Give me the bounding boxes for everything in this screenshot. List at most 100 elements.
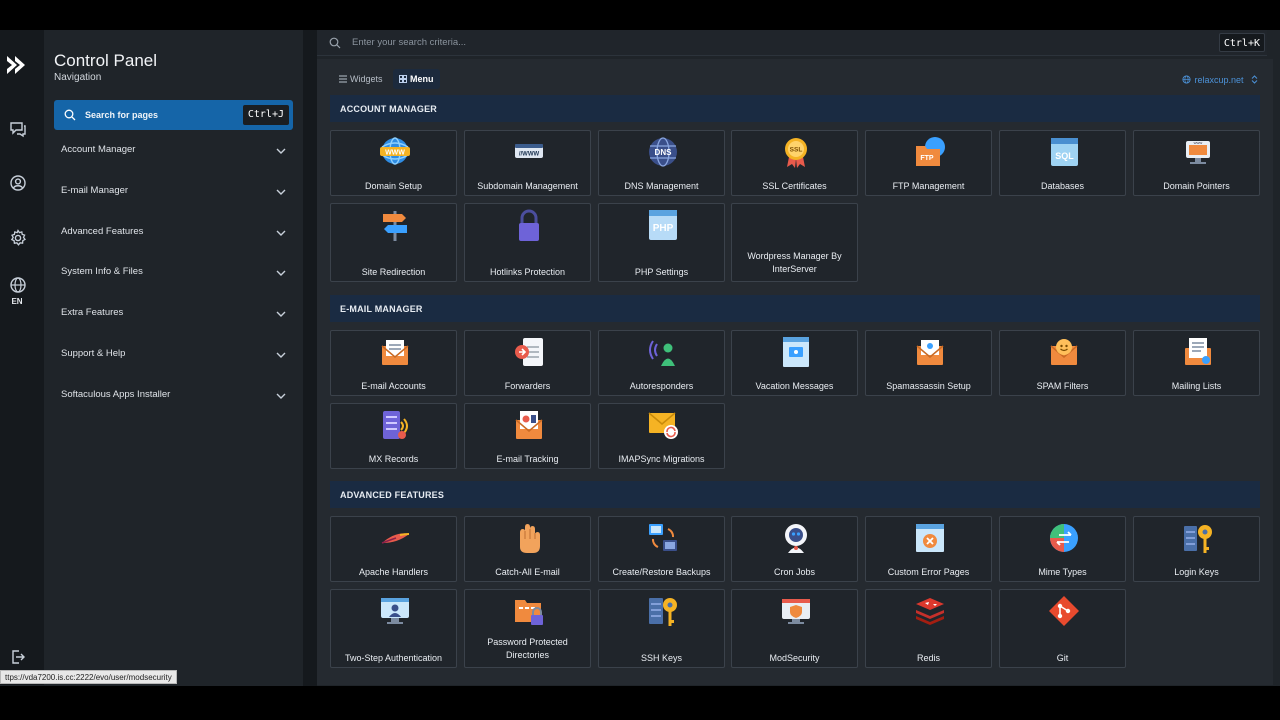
tile-label: MX Records bbox=[368, 454, 419, 464]
tile-databases[interactable]: SQL Databases bbox=[999, 130, 1126, 196]
tile-php-settings[interactable]: PHP PHP Settings bbox=[598, 203, 725, 282]
settings-gear-icon[interactable] bbox=[9, 229, 27, 247]
tile-forwarders[interactable]: Forwarders bbox=[464, 330, 591, 396]
tab-menu[interactable]: Menu bbox=[393, 69, 440, 89]
svg-text:FTP: FTP bbox=[920, 155, 934, 162]
list-icon bbox=[339, 75, 347, 83]
tile-mime-types[interactable]: Mime Types bbox=[999, 516, 1126, 582]
global-search-shortcut: Ctrl+K bbox=[1218, 33, 1265, 52]
logout-icon[interactable] bbox=[9, 648, 27, 666]
grid-icon bbox=[399, 75, 407, 83]
sidebar-item-label: Advanced Features bbox=[61, 225, 144, 237]
language-code[interactable]: EN bbox=[0, 297, 34, 306]
modsecurity-icon bbox=[782, 599, 810, 624]
brand-logo-icon[interactable] bbox=[4, 52, 30, 78]
tile-e-mail-accounts[interactable]: E-mail Accounts bbox=[330, 330, 457, 396]
tile-label: Site Redirection bbox=[361, 267, 426, 277]
tile-mx-records[interactable]: MX Records bbox=[330, 403, 457, 469]
tile-ssl-certificates[interactable]: SSL SSL Certificates bbox=[731, 130, 858, 196]
tile-domain-pointers[interactable]: www Domain Pointers bbox=[1133, 130, 1260, 196]
main-content: Widgets Menu relaxcup.net ACCOUNT MANAGE… bbox=[317, 59, 1273, 685]
sidebar-item-support-help[interactable]: Support & Help bbox=[54, 343, 287, 367]
sidebar-item-e-mail-manager[interactable]: E-mail Manager bbox=[54, 180, 287, 204]
section-title: ACCOUNT MANAGER bbox=[340, 104, 437, 114]
tab-widgets[interactable]: Widgets bbox=[333, 69, 389, 89]
tile-e-mail-tracking[interactable]: E-mail Tracking bbox=[464, 403, 591, 469]
tile-cron-jobs[interactable]: Cron Jobs bbox=[731, 516, 858, 582]
tile-catch-all-e-mail[interactable]: Catch-All E-mail bbox=[464, 516, 591, 582]
tile-ssh-keys[interactable]: SSH Keys bbox=[598, 589, 725, 668]
apache-feather-icon bbox=[381, 533, 410, 544]
subdomain-icon: //WWW bbox=[515, 144, 543, 158]
tile-hotlinks-protection[interactable]: Hotlinks Protection bbox=[464, 203, 591, 282]
tile-custom-error-pages[interactable]: Custom Error Pages bbox=[865, 516, 992, 582]
tile-spam-filters[interactable]: SPAM Filters bbox=[999, 330, 1126, 396]
tile-label: Apache Handlers bbox=[358, 567, 429, 577]
panel-subtitle: Navigation bbox=[54, 72, 102, 83]
tile-modsecurity[interactable]: ModSecurity bbox=[731, 589, 858, 668]
catch-hand-icon bbox=[520, 524, 540, 553]
chat-icon[interactable] bbox=[9, 120, 27, 138]
tile-autoresponders[interactable]: Autoresponders bbox=[598, 330, 725, 396]
language-globe-icon[interactable] bbox=[9, 276, 27, 294]
global-search-input[interactable]: Enter your search criteria... bbox=[352, 37, 466, 48]
svg-text:PHP: PHP bbox=[653, 223, 674, 234]
tile-login-keys[interactable]: Login Keys bbox=[1133, 516, 1260, 582]
tile-dns-management[interactable]: DNS DNS Management bbox=[598, 130, 725, 196]
tile-spamassassin-setup[interactable]: Spamassassin Setup bbox=[865, 330, 992, 396]
chevron-down-icon bbox=[276, 393, 286, 399]
tile-label: Hotlinks Protection bbox=[489, 267, 566, 277]
user-profile-icon[interactable] bbox=[9, 174, 27, 192]
domain-selector[interactable]: relaxcup.net bbox=[1182, 75, 1258, 85]
tile-label: Wordpress Manager By InterServer bbox=[747, 251, 842, 274]
tile-label: Vacation Messages bbox=[755, 381, 834, 391]
php-icon: PHP bbox=[649, 210, 677, 240]
tile-two-step-authentication[interactable]: Two-Step Authentication bbox=[330, 589, 457, 668]
tile-vacation-messages[interactable]: Vacation Messages bbox=[731, 330, 858, 396]
tile-label: Redis bbox=[916, 653, 940, 663]
tile-imapsync-migrations[interactable]: IMAPSync Migrations bbox=[598, 403, 725, 469]
email-envelope-icon bbox=[381, 340, 409, 365]
sidebar-item-label: Support & Help bbox=[61, 348, 126, 359]
page-search-label: Search for pages bbox=[85, 110, 159, 120]
tile-domain-setup[interactable]: WWW Domain Setup bbox=[330, 130, 457, 196]
search-icon bbox=[329, 37, 341, 49]
panel-title: Control Panel bbox=[54, 51, 158, 70]
login-key-icon bbox=[1184, 525, 1212, 553]
tile-redis[interactable]: Redis bbox=[865, 589, 992, 668]
global-search-bar[interactable]: Enter your search criteria... Ctrl+K bbox=[317, 30, 1267, 56]
tile-label: Databases bbox=[1040, 181, 1085, 191]
tile-label: Spamassassin Setup bbox=[886, 381, 971, 391]
sidebar-item-label: Softaculous Apps Installer bbox=[61, 388, 171, 400]
tile-label: Git bbox=[1056, 653, 1069, 663]
tile-subdomain-management[interactable]: //WWW Subdomain Management bbox=[464, 130, 591, 196]
sidebar-item-label: Account Manager bbox=[61, 144, 136, 155]
tile-git[interactable]: Git bbox=[999, 589, 1126, 668]
sidebar-item-softaculous-apps-installer[interactable]: Softaculous Apps Installer bbox=[54, 384, 287, 408]
tile-site-redirection[interactable]: Site Redirection bbox=[330, 203, 457, 282]
sidebar-item-extra-features[interactable]: Extra Features bbox=[54, 302, 287, 326]
tile-create-restore-backups[interactable]: Create/Restore Backups bbox=[598, 516, 725, 582]
tile-mailing-lists[interactable]: Mailing Lists bbox=[1133, 330, 1260, 396]
sidebar-item-system-info-files[interactable]: System Info & Files bbox=[54, 261, 287, 285]
page-search-button[interactable]: Search for pages Ctrl+J bbox=[54, 100, 293, 130]
tile-label: Mailing Lists bbox=[1171, 381, 1222, 391]
svg-text:SQL: SQL bbox=[1055, 151, 1074, 161]
tile-wordpress-manager-by-interserver[interactable]: Wordpress Manager By InterServer bbox=[731, 203, 858, 282]
sidebar-item-account-manager[interactable]: Account Manager bbox=[54, 139, 287, 163]
section-header-e-mail-manager: E-MAIL MANAGER bbox=[330, 295, 1260, 322]
tile-ftp-management[interactable]: FTP FTP Management bbox=[865, 130, 992, 196]
search-icon bbox=[64, 109, 76, 121]
tile-apache-handlers[interactable]: Apache Handlers bbox=[330, 516, 457, 582]
imap-sync-icon bbox=[648, 412, 678, 439]
tile-label: FTP Management bbox=[892, 181, 965, 191]
error-page-icon bbox=[916, 524, 944, 552]
globe-icon bbox=[1182, 75, 1192, 84]
protected-folder-icon bbox=[515, 600, 543, 625]
chevron-down-icon bbox=[276, 352, 286, 358]
sidebar-item-advanced-features[interactable]: Advanced Features bbox=[54, 221, 287, 245]
link-status-url: ttps://vda7200.is.cc:2222/evo/user/modse… bbox=[0, 670, 177, 684]
chevron-down-icon bbox=[276, 189, 286, 195]
tile-password-protected-directories[interactable]: Password Protected Directories bbox=[464, 589, 591, 668]
tile-label: Autoresponders bbox=[629, 381, 694, 391]
